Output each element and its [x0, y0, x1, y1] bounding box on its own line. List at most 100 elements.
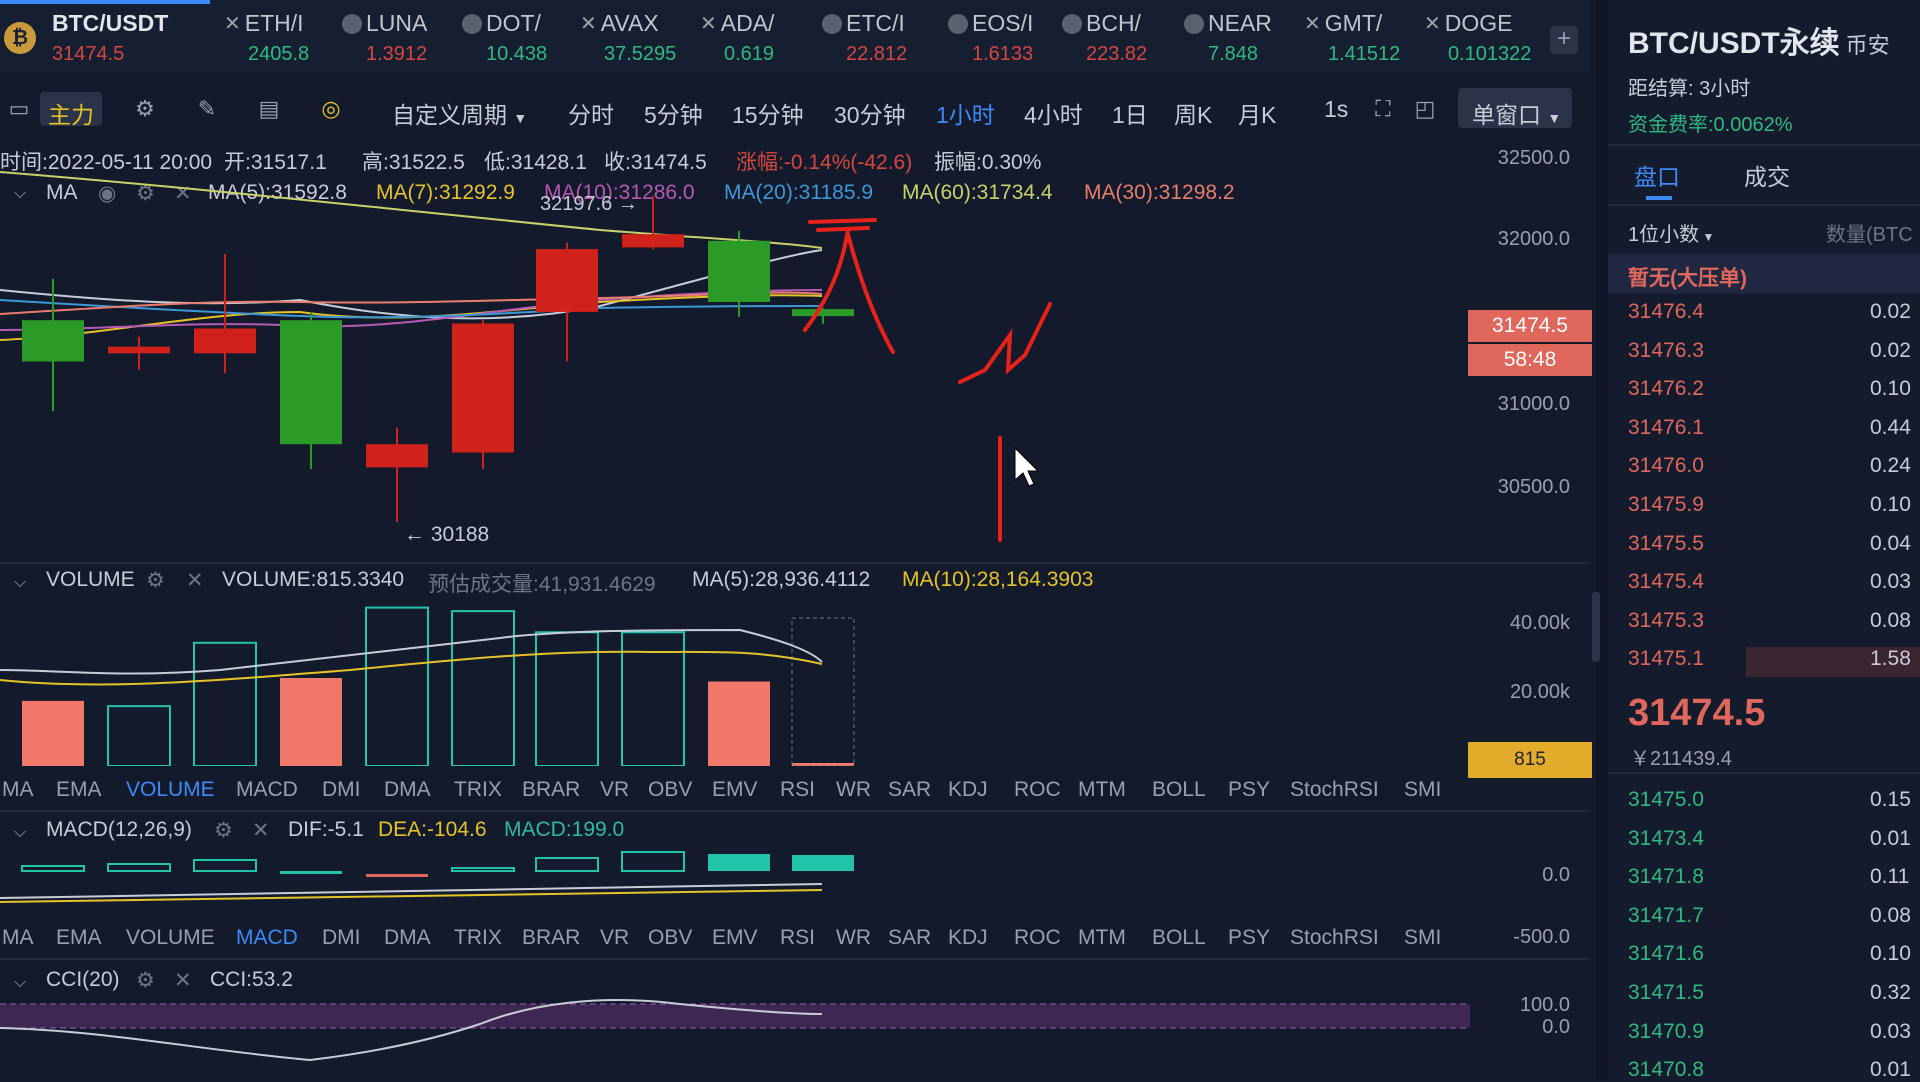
indicator-tab[interactable]: BOLL — [1152, 926, 1206, 950]
period-tab[interactable]: 4小时 — [1024, 96, 1083, 130]
collapse-icon[interactable]: ⌵ — [14, 974, 26, 992]
indicator-tab[interactable]: MTM — [1078, 778, 1126, 802]
indicator-tab[interactable]: DMI — [322, 778, 361, 802]
indicator-tab[interactable]: PSY — [1228, 926, 1270, 950]
ticker-item[interactable]: DOT/10.438 — [462, 10, 547, 66]
scrollbar-handle[interactable] — [1592, 592, 1600, 662]
gear-icon[interactable]: ⚙ — [214, 818, 233, 843]
indicator-tab[interactable]: ROC — [1014, 778, 1061, 802]
indicator-tab[interactable]: EMA — [56, 926, 102, 950]
indicator-tab[interactable]: VR — [600, 778, 629, 802]
indicator-tab[interactable]: WR — [836, 926, 871, 950]
close-icon[interactable]: ✕ — [252, 818, 270, 843]
indicator-tab[interactable]: VOLUME — [126, 778, 215, 802]
indicator-tab[interactable]: RSI — [780, 926, 815, 950]
indicator-tab[interactable]: SMI — [1404, 926, 1441, 950]
ask-price[interactable]: 31475.3 — [1628, 609, 1704, 633]
indicator-tab[interactable]: SAR — [888, 926, 931, 950]
decimals-dropdown[interactable]: 1位小数 ▼ — [1628, 218, 1714, 247]
ticker-item[interactable]: ✕ AVAX 37.5295 — [580, 10, 676, 66]
ticker-item[interactable]: BCH/223.82 — [1062, 10, 1147, 66]
indicator-tab[interactable]: EMV — [712, 778, 758, 802]
period-tab[interactable]: 1小时 — [936, 96, 995, 130]
period-tab[interactable]: 1日 — [1112, 96, 1148, 130]
ticker-item[interactable]: ETC/I 22.812 — [822, 10, 907, 66]
macd-chart[interactable] — [0, 846, 1470, 912]
indicator-tab[interactable]: MACD — [236, 778, 298, 802]
indicator-tab[interactable]: ROC — [1014, 926, 1061, 950]
ticker-item[interactable]: LUNA 1.3912 — [342, 10, 427, 66]
custom-period-dropdown[interactable]: 自定义周期 ▼ — [392, 96, 527, 130]
price-chart[interactable]: 32197.6 → ← 30188 — [0, 130, 1470, 560]
ticker-item[interactable]: BTC/USDT 31474.5 — [52, 10, 168, 66]
bid-price[interactable]: 31475.0 — [1628, 788, 1704, 812]
ticker-item[interactable]: ✕ ETH/I 2405.8 — [224, 10, 309, 66]
calendar-icon[interactable]: ▤ — [256, 96, 282, 122]
period-tab[interactable]: 30分钟 — [834, 96, 906, 130]
bid-price[interactable]: 31473.4 — [1628, 827, 1704, 851]
indicator-tab[interactable]: EMV — [712, 926, 758, 950]
ask-price[interactable]: 31475.1 — [1628, 647, 1704, 671]
indicator-tab[interactable]: SAR — [888, 778, 931, 802]
indicator-tab[interactable]: StochRSI — [1290, 926, 1379, 950]
indicator-tab[interactable]: TRIX — [454, 926, 502, 950]
pip-icon[interactable]: ◰ — [1412, 96, 1438, 122]
fullscreen-icon[interactable]: ⛶ — [1370, 96, 1396, 122]
indicator-tab[interactable]: DMA — [384, 778, 431, 802]
indicator-tab[interactable]: VR — [600, 926, 629, 950]
ask-price[interactable]: 31475.9 — [1628, 493, 1704, 517]
ask-price[interactable]: 31476.0 — [1628, 454, 1704, 478]
settings-icon[interactable]: ⚙ — [132, 96, 158, 122]
indicator-tab[interactable]: SMI — [1404, 778, 1441, 802]
indicator-tab[interactable]: TRIX — [454, 778, 502, 802]
chart-type-icon[interactable]: ▭ — [6, 96, 32, 122]
ask-price[interactable]: 31475.4 — [1628, 570, 1704, 594]
indicator-tab[interactable]: OBV — [648, 778, 692, 802]
bid-price[interactable]: 31471.6 — [1628, 942, 1704, 966]
indicator-tab[interactable]: MA — [2, 926, 34, 950]
period-tab[interactable]: 分时 — [568, 96, 614, 130]
target-icon[interactable]: ◎ — [318, 96, 344, 122]
indicator-tab[interactable]: KDJ — [948, 778, 988, 802]
indicator-tab[interactable]: BRAR — [522, 778, 580, 802]
indicator-tab[interactable]: BOLL — [1152, 778, 1206, 802]
collapse-icon[interactable]: ⌵ — [14, 824, 26, 842]
tab-order-book[interactable]: 盘口 — [1634, 158, 1680, 192]
indicator-tab[interactable]: PSY — [1228, 778, 1270, 802]
indicator-tab[interactable]: VOLUME — [126, 926, 215, 950]
indicator-tab[interactable]: RSI — [780, 778, 815, 802]
indicator-tab[interactable]: DMA — [384, 926, 431, 950]
ask-price[interactable]: 31476.3 — [1628, 339, 1704, 363]
ask-price[interactable]: 31476.2 — [1628, 377, 1704, 401]
period-tab[interactable]: 15分钟 — [732, 96, 804, 130]
indicator-tab[interactable]: MA — [2, 778, 34, 802]
ask-price[interactable]: 31476.1 — [1628, 416, 1704, 440]
indicator-tab[interactable]: StochRSI — [1290, 778, 1379, 802]
indicator-tab[interactable]: BRAR — [522, 926, 580, 950]
ticker-item[interactable]: NEAR 7.848 — [1184, 10, 1272, 66]
pencil-icon[interactable]: ✎ — [194, 96, 220, 122]
indicator-tab[interactable]: DMI — [322, 926, 361, 950]
tab-trades[interactable]: 成交 — [1744, 158, 1790, 192]
volume-chart[interactable] — [0, 590, 1470, 766]
indicator-tab[interactable]: EMA — [56, 778, 102, 802]
interval-button[interactable]: 1s — [1324, 96, 1348, 123]
indicator-tab[interactable]: KDJ — [948, 926, 988, 950]
indicator-tab[interactable]: OBV — [648, 926, 692, 950]
add-ticker-button[interactable]: + — [1550, 26, 1578, 54]
indicator-tab[interactable]: MTM — [1078, 926, 1126, 950]
ticker-item[interactable]: ✕ GMT/1.41512 — [1304, 10, 1400, 66]
bid-price[interactable]: 31470.8 — [1628, 1058, 1704, 1082]
bid-price[interactable]: 31471.8 — [1628, 865, 1704, 889]
period-tab[interactable]: 5分钟 — [644, 96, 703, 130]
period-tab[interactable]: 周K — [1174, 96, 1212, 130]
bid-price[interactable]: 31471.5 — [1628, 981, 1704, 1005]
bid-price[interactable]: 31471.7 — [1628, 904, 1704, 928]
ask-price[interactable]: 31476.4 — [1628, 300, 1704, 324]
indicator-tab[interactable]: MACD — [236, 926, 298, 950]
cci-chart[interactable] — [0, 994, 1470, 1080]
ticker-item[interactable]: EOS/I 1.6133 — [948, 10, 1033, 66]
ticker-item[interactable]: ✕ DOGE 0.101322 — [1424, 10, 1531, 66]
bid-price[interactable]: 31470.9 — [1628, 1020, 1704, 1044]
indicator-tab[interactable]: WR — [836, 778, 871, 802]
